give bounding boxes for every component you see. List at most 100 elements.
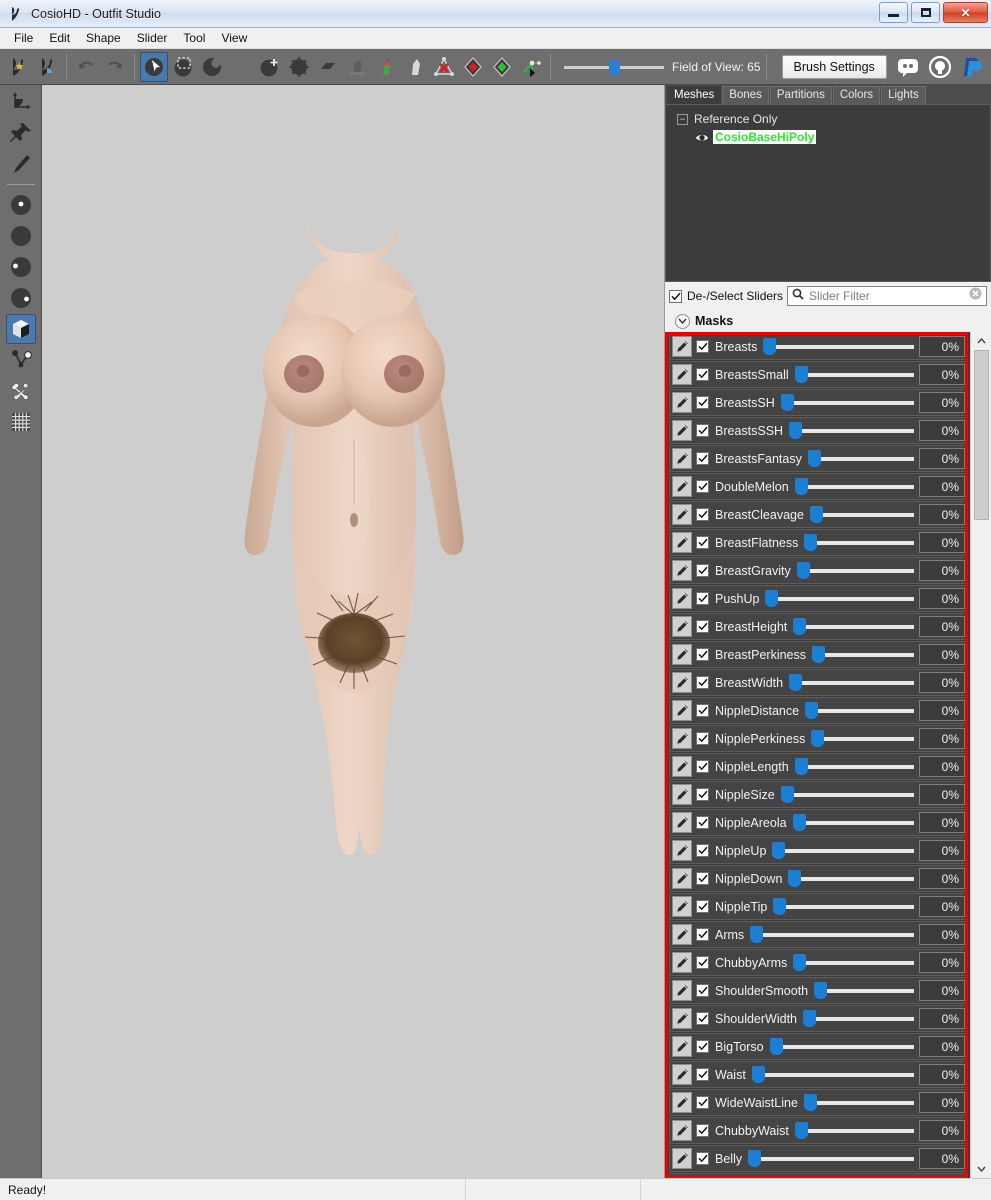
slider-knob[interactable] (772, 842, 786, 859)
mask-brush-icon[interactable] (227, 52, 255, 82)
slider-filter-input[interactable]: Slider Filter (787, 286, 987, 306)
slider-knob[interactable] (788, 870, 802, 887)
slider-knob[interactable] (811, 730, 825, 747)
slider-checkbox[interactable] (696, 956, 709, 969)
slider-value[interactable]: 0% (919, 756, 965, 777)
slider-value[interactable]: 0% (919, 616, 965, 637)
slider-knob[interactable] (814, 982, 828, 999)
slider-knob[interactable] (748, 1150, 762, 1167)
slider-control[interactable] (780, 784, 914, 805)
slider-value[interactable]: 0% (919, 728, 965, 749)
slider-checkbox[interactable] (696, 536, 709, 549)
node-graph-icon[interactable] (6, 345, 36, 375)
slider-edit-icon[interactable] (672, 504, 692, 525)
slider-row[interactable]: BreastHeight 0% (669, 613, 968, 640)
scrollbar-thumb[interactable] (973, 350, 989, 520)
slider-checkbox[interactable] (696, 816, 709, 829)
slider-knob[interactable] (794, 758, 808, 775)
slider-checkbox[interactable] (696, 760, 709, 773)
tab-lights[interactable]: Lights (881, 86, 926, 104)
slider-value[interactable]: 0% (919, 1176, 965, 1178)
tab-colors[interactable]: Colors (832, 86, 881, 104)
maximize-button[interactable] (911, 2, 940, 23)
slider-value[interactable]: 0% (919, 980, 965, 1001)
slider-value[interactable]: 0% (919, 672, 965, 693)
slider-checkbox[interactable] (696, 1152, 709, 1165)
slider-knob[interactable] (769, 1038, 783, 1055)
slider-edit-icon[interactable] (672, 812, 692, 833)
slider-control[interactable] (793, 616, 914, 637)
slider-control[interactable] (780, 392, 914, 413)
slider-control[interactable] (809, 504, 914, 525)
fov-knob[interactable] (609, 59, 620, 76)
slider-value[interactable]: 0% (919, 364, 965, 385)
deselect-sliders-checkbox[interactable] (669, 289, 682, 303)
slider-checkbox[interactable] (696, 424, 709, 437)
slider-value[interactable]: 0% (919, 784, 965, 805)
pin-icon[interactable] (6, 118, 36, 148)
slider-edit-icon[interactable] (672, 1176, 692, 1178)
slider-value[interactable]: 0% (919, 1064, 965, 1085)
vertex-edit-red-icon[interactable] (459, 52, 487, 82)
slider-row[interactable]: NippleUp 0% (669, 837, 968, 864)
vertex-left-icon[interactable] (6, 252, 36, 282)
slider-row[interactable]: ChubbyArms 0% (669, 949, 968, 976)
slider-checkbox[interactable] (696, 480, 709, 493)
brush-settings-button[interactable]: Brush Settings (781, 54, 887, 79)
slider-value[interactable]: 0% (919, 868, 965, 889)
slider-row[interactable]: BreastPerkiness 0% (669, 641, 968, 668)
slider-knob[interactable] (789, 674, 803, 691)
slider-knob[interactable] (803, 1010, 816, 1027)
clear-icon[interactable] (969, 287, 982, 305)
tree-group-reference-only[interactable]: − Reference Only (670, 110, 986, 128)
brush-icon[interactable] (6, 149, 36, 179)
axis-display-icon[interactable] (6, 87, 36, 117)
slider-control[interactable] (812, 644, 914, 665)
slider-control[interactable] (794, 364, 914, 385)
slider-row[interactable]: Waist 0% (669, 1061, 968, 1088)
move-brush-icon[interactable] (256, 52, 284, 82)
slider-edit-icon[interactable] (672, 1064, 692, 1085)
slider-knob[interactable] (793, 618, 807, 635)
slider-value[interactable]: 0% (919, 588, 965, 609)
slider-row[interactable]: ChubbyWaist 0% (669, 1117, 968, 1144)
slider-edit-icon[interactable] (672, 980, 692, 1001)
slider-row[interactable]: NippleAreola 0% (669, 809, 968, 836)
undiff-brush-icon[interactable] (343, 52, 371, 82)
tab-partitions[interactable]: Partitions (769, 86, 832, 104)
slider-control[interactable] (788, 868, 914, 889)
mesh-solid-icon[interactable] (6, 221, 36, 251)
slider-knob[interactable] (794, 478, 808, 495)
slider-row[interactable]: DoubleMelon 0% (669, 473, 968, 500)
slider-row[interactable]: BreastGravity 0% (669, 557, 968, 584)
transform-gizmo-icon[interactable] (517, 52, 545, 82)
slider-knob[interactable] (794, 1122, 808, 1139)
slider-value[interactable]: 0% (919, 504, 965, 525)
slider-control[interactable] (803, 1008, 914, 1029)
slider-value[interactable]: 0% (919, 560, 965, 581)
grid-icon[interactable] (6, 407, 36, 437)
slider-control[interactable] (789, 420, 914, 441)
bone-icon[interactable] (6, 376, 36, 406)
slider-value[interactable]: 0% (919, 924, 965, 945)
slider-edit-icon[interactable] (672, 588, 692, 609)
slider-value[interactable]: 0% (919, 644, 965, 665)
menu-tool[interactable]: Tool (175, 29, 213, 47)
slider-value[interactable]: 0% (919, 336, 965, 357)
slider-value[interactable]: 0% (919, 476, 965, 497)
slider-row[interactable]: Breasts 0% (669, 333, 968, 360)
slider-value[interactable]: 0% (919, 1008, 965, 1029)
slider-checkbox[interactable] (696, 676, 709, 689)
slider-row[interactable]: ShoulderSmooth 0% (669, 977, 968, 1004)
slider-control[interactable] (773, 896, 914, 917)
vertex-edit-x-icon[interactable] (430, 52, 458, 82)
slider-edit-icon[interactable] (672, 1092, 692, 1113)
slider-row[interactable]: Belly 0% (669, 1145, 968, 1172)
slider-knob[interactable] (780, 394, 794, 411)
box-select-icon[interactable] (169, 52, 197, 82)
slider-knob[interactable] (796, 562, 810, 579)
tree-item-cosiobasehipoly[interactable]: CosioBaseHiPoly (670, 128, 986, 146)
slider-knob[interactable] (812, 646, 826, 663)
slider-edit-icon[interactable] (672, 392, 692, 413)
fov-slider[interactable] (564, 58, 664, 76)
